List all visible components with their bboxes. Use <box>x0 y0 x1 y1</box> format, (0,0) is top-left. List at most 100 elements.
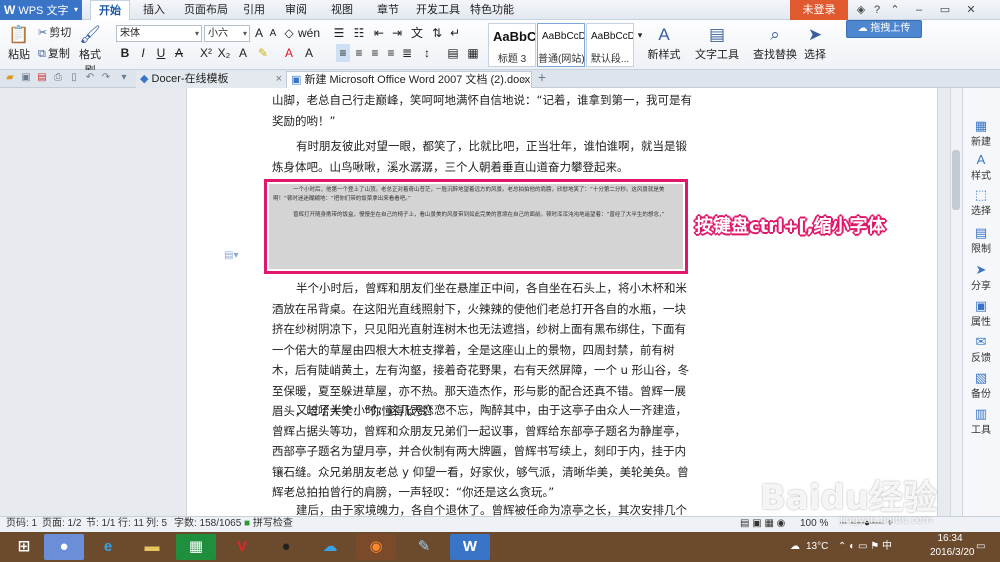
notification-icon[interactable]: ▭ <box>976 532 985 562</box>
distribute-icon[interactable]: ≣ <box>400 44 414 62</box>
selected-text-block[interactable]: 一个小时后，他第一个登上了山顶。老总正对着奇山苍茫，一脸沉醉地望着远方的风景。老… <box>269 184 683 269</box>
paragraph-menu-icon[interactable]: ▤▾ <box>224 250 238 261</box>
align-right-icon[interactable]: ≡ <box>368 44 382 62</box>
clear-format-icon[interactable]: ◇ <box>282 24 296 42</box>
paste-button[interactable]: 📋 粘贴 <box>4 24 34 62</box>
show-marks-icon[interactable]: ↵ <box>448 24 462 42</box>
tab-developer[interactable]: 开发工具 <box>414 0 462 20</box>
qq-icon[interactable]: ● <box>266 534 306 560</box>
select-button[interactable]: ➤ 选择 <box>800 24 830 62</box>
windows-start-icon[interactable]: ⊞ <box>4 534 44 560</box>
tab-page-layout[interactable]: 页面布局 <box>178 0 234 20</box>
tab-current-document[interactable]: ▣ 新建 Microsoft Office Word 2007 文档 (2).d… <box>286 71 532 88</box>
new-tab-icon[interactable]: + <box>536 70 548 84</box>
undo-icon[interactable]: ↶ <box>84 72 96 84</box>
highlight-icon[interactable]: ✎ <box>256 44 270 62</box>
pdf-icon[interactable]: ▤ <box>36 72 48 84</box>
selected-paragraph[interactable]: 曾辉打开随身携带的饭盒，慢慢坐在自己的椅子上，看山景美的风景带到如此完美的意境在… <box>273 211 679 220</box>
shrink-font-icon[interactable]: A <box>266 25 280 43</box>
font-color-icon[interactable]: A <box>282 44 296 62</box>
paragraph[interactable]: 建后，由于家境魄力，各自个退休了。曾辉被任命为凉亭之长，其次安排几个副手。其 <box>272 500 692 516</box>
bullet-list-icon[interactable]: ☰ <box>332 24 346 42</box>
paragraph[interactable]: 有时朋友彼此对望一眼，都笑了，比就比吧，正当壮年，谁怕谁啊，就当是锻炼身体吧。山… <box>272 136 692 177</box>
text-tools-button[interactable]: ▤ 文字工具 <box>694 24 740 62</box>
font-name-select[interactable]: 宋体 ▾ <box>116 25 202 42</box>
store-icon[interactable]: ▦ <box>176 534 216 560</box>
paint-icon[interactable]: ✎ <box>404 534 444 560</box>
status-word-count[interactable]: 字数: 158/1065 <box>174 516 241 532</box>
phonetic-icon[interactable]: wén <box>298 24 320 42</box>
outdent-icon[interactable]: ⇤ <box>372 24 386 42</box>
panel-new[interactable]: ▦ 新建 <box>962 118 1000 148</box>
baidu-netdisk-icon[interactable]: ☁ <box>310 534 350 560</box>
login-button[interactable]: 未登录 <box>790 0 848 20</box>
style-heading3[interactable]: AaBbC 标题 3 <box>488 23 536 67</box>
chevron-down-icon[interactable]: ▾ <box>118 72 130 84</box>
ribbon-toggle-icon[interactable]: ⌃ <box>886 0 904 20</box>
indent-icon[interactable]: ⇥ <box>390 24 404 42</box>
paragraph[interactable]: 山脚，老总自己行走巅峰，笑呵呵地满怀自信地说：“记着，谁拿到第一，我可是有奖励的… <box>272 90 692 131</box>
open-icon[interactable]: ▰ <box>4 72 16 84</box>
new-style-button[interactable]: A 新样式 <box>646 24 682 62</box>
chinese-layout-icon[interactable]: 文 <box>410 24 424 42</box>
border-icon[interactable]: ▦ <box>466 44 480 62</box>
style-default-para[interactable]: AaBbCcDd 默认段... <box>586 23 634 67</box>
tab-chapter[interactable]: 章节 <box>372 0 404 20</box>
ie-browser-icon[interactable]: e <box>88 534 128 560</box>
app-v-icon[interactable]: V <box>222 534 262 560</box>
char-shading-icon[interactable]: A <box>302 44 316 62</box>
panel-select[interactable]: ⬚ 选择 <box>962 187 1000 217</box>
shading-icon[interactable]: ▤ <box>446 44 460 62</box>
firefox-icon[interactable]: ◉ <box>356 534 396 560</box>
help-icon[interactable]: ? <box>868 0 886 20</box>
cut-button[interactable]: ✂ 剪切 <box>38 24 71 40</box>
panel-styles[interactable]: A 样式 <box>962 152 1000 182</box>
panel-properties[interactable]: ▣ 属性 <box>962 298 1000 328</box>
weather-icon[interactable]: ☁ <box>790 532 800 562</box>
underline-icon[interactable]: U <box>154 44 168 62</box>
strikethrough-icon[interactable]: A <box>172 44 186 62</box>
status-spellcheck[interactable]: ■ 拼写检查 <box>244 516 293 532</box>
tab-view[interactable]: 视图 <box>326 0 358 20</box>
close-icon[interactable]: × <box>276 71 282 87</box>
wps-writer-taskbar-icon[interactable]: W <box>450 534 490 560</box>
numbered-list-icon[interactable]: ☷ <box>352 24 366 42</box>
panel-share[interactable]: ➤ 分享 <box>962 262 1000 292</box>
preview-icon[interactable]: ▯ <box>68 72 80 84</box>
grow-font-icon[interactable]: A <box>252 24 266 42</box>
align-center-icon[interactable]: ≡ <box>352 44 366 62</box>
tray-clock[interactable]: 16:34 2016/3/20 <box>930 532 975 560</box>
style-normal-web[interactable]: AaBbCcD 普通(网站) <box>537 23 585 67</box>
tab-review[interactable]: 审阅 <box>280 0 312 20</box>
panel-tools[interactable]: ▥ 工具 <box>962 406 1000 436</box>
redo-icon[interactable]: ↷ <box>100 72 112 84</box>
subscript-icon[interactable]: X₂ <box>216 44 232 62</box>
print-icon[interactable]: ⎙ <box>52 72 64 84</box>
app-360-icon[interactable]: ● <box>44 534 84 560</box>
status-pages[interactable]: 页面: 1/2 <box>42 516 81 532</box>
paragraph[interactable]: 又过了半个小时，这几天恋恋不忘，陶醉其中，由于这亭子由众人一齐建造，曾辉占据头等… <box>272 400 692 503</box>
tray-icons[interactable]: ⌃ ◐ ▭ ⚑ 中 <box>838 532 892 562</box>
file-explorer-icon[interactable]: ▬ <box>132 534 172 560</box>
text-effect-icon[interactable]: A <box>236 44 250 62</box>
tab-references[interactable]: 引用 <box>238 0 270 20</box>
justify-icon[interactable]: ≡ <box>384 44 398 62</box>
tab-special[interactable]: 特色功能 <box>468 0 516 20</box>
sort-icon[interactable]: ⇅ <box>430 24 444 42</box>
status-page-num[interactable]: 页码: 1 <box>6 516 37 532</box>
superscript-icon[interactable]: X² <box>198 44 214 62</box>
upload-button[interactable]: ☁ 拖拽上传 <box>846 20 922 38</box>
app-menu-button[interactable]: W WPS 文字 ▾ <box>0 0 82 20</box>
panel-backup[interactable]: ▧ 备份 <box>962 370 1000 400</box>
tab-home[interactable]: 开始 <box>90 0 130 21</box>
tab-insert[interactable]: 插入 <box>137 0 171 20</box>
font-size-select[interactable]: 小六 ▾ <box>204 25 250 42</box>
close-icon[interactable]: × <box>521 72 527 88</box>
italic-icon[interactable]: I <box>136 44 150 62</box>
align-left-icon[interactable]: ≡ <box>336 44 350 62</box>
minimize-icon[interactable]: – <box>910 0 928 20</box>
scrollbar-thumb[interactable] <box>952 150 960 210</box>
status-section[interactable]: 节: 1/1 <box>86 516 115 532</box>
maximize-icon[interactable]: ▭ <box>936 0 954 20</box>
tab-docer-templates[interactable]: ◆ Docer-在线模板 × <box>136 71 286 88</box>
